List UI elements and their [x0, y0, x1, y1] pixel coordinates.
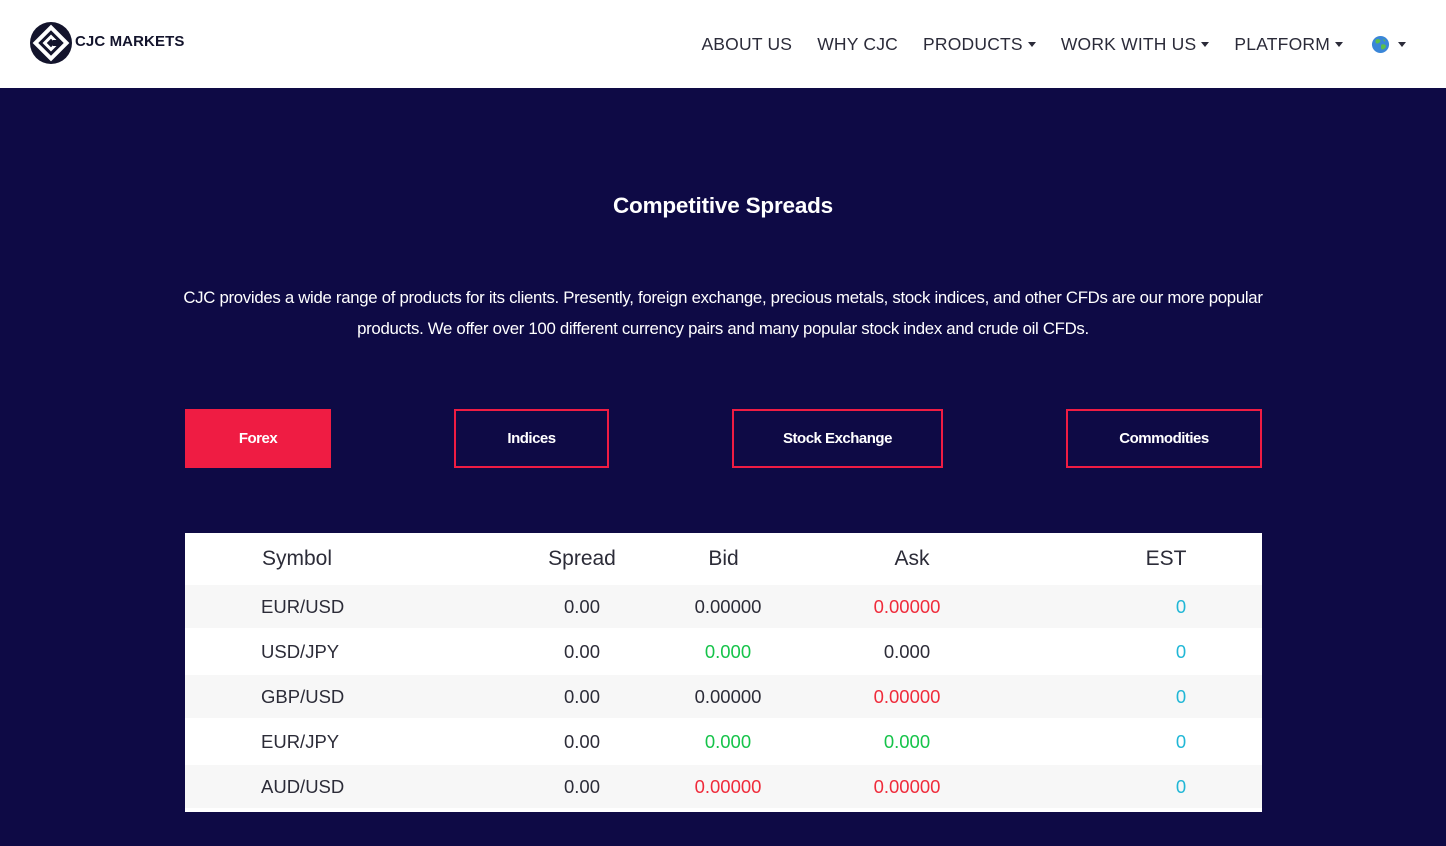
cell-spread: 0.00: [563, 595, 600, 617]
cell-spread: 0.00: [563, 685, 600, 707]
table-row: USD/JPY 0.00 0.000 0.000 0: [185, 628, 1262, 675]
chevron-down-icon: [1335, 42, 1343, 47]
nav-platform[interactable]: PLATFORM: [1234, 34, 1343, 55]
cell-ask: 0.00000: [873, 685, 941, 707]
header-est: EST: [1145, 547, 1187, 570]
cell-bid: 0.000: [704, 640, 752, 662]
cell-symbol: AUD/USD: [261, 775, 345, 797]
cell-symbol: USD/JPY: [261, 640, 340, 662]
nav-why-cjc[interactable]: WHY CJC: [817, 34, 898, 55]
section-description: CJC provides a wide range of products fo…: [183, 288, 1263, 338]
nav-products-label: PRODUCTS: [923, 33, 1023, 54]
cell-bid: 0.000: [704, 730, 752, 752]
chevron-down-icon: [1398, 42, 1406, 47]
nav-products[interactable]: PRODUCTS: [923, 34, 1036, 55]
header-symbol: Symbol: [262, 547, 333, 570]
cell-ask: 0.00000: [873, 775, 941, 797]
site-header: CJC MARKETS ABOUT US WHY CJC PRODUCTS WO…: [0, 0, 1446, 88]
cell-symbol: EUR/JPY: [261, 730, 340, 752]
globe-icon: [1371, 35, 1390, 53]
cell-bid: 0.00000: [694, 775, 762, 797]
chevron-down-icon: [1201, 42, 1210, 47]
tab-stock-exchange-label: Stock Exchange: [783, 430, 892, 447]
cell-ask: 0.00000: [873, 595, 941, 617]
header-bid: Bid: [708, 547, 739, 570]
cell-est: 0: [1175, 640, 1187, 662]
cell-ask: 0.000: [883, 730, 931, 752]
cjc-diamond-logo-icon: [30, 22, 72, 64]
cell-ask: 0.000: [883, 640, 931, 662]
cell-spread: 0.00: [563, 730, 600, 752]
table-row: AUD/USD 0.00 0.00000 0.00000 0: [185, 765, 1262, 808]
tab-commodities-label: Commodities: [1119, 430, 1209, 447]
cell-est: 0: [1175, 595, 1187, 617]
nav-work-with-us-label: WORK WITH US: [1060, 33, 1197, 54]
main-nav: ABOUT US WHY CJC PRODUCTS WORK WITH US P…: [701, 31, 1406, 57]
cell-est: 0: [1175, 730, 1187, 752]
cell-symbol: GBP/USD: [261, 685, 345, 707]
nav-platform-label: PLATFORM: [1234, 33, 1330, 54]
header-spread: Spread: [548, 547, 616, 570]
chevron-down-icon: [1027, 42, 1036, 47]
tab-stock-exchange[interactable]: Stock Exchange: [732, 409, 943, 468]
cell-bid: 0.00000: [694, 685, 762, 707]
cell-spread: 0.00: [563, 640, 600, 662]
header-ask: Ask: [894, 547, 930, 570]
tab-commodities[interactable]: Commodities: [1066, 409, 1262, 468]
table-row: EUR/JPY 0.00 0.000 0.000 0: [185, 718, 1262, 765]
cell-bid: 0.00000: [694, 595, 762, 617]
tab-forex[interactable]: Forex: [185, 409, 331, 468]
nav-work-with-us[interactable]: WORK WITH US: [1061, 34, 1210, 55]
language-selector[interactable]: [1371, 35, 1406, 54]
cell-est: 0: [1175, 685, 1187, 707]
tab-indices[interactable]: Indices: [454, 409, 609, 468]
cell-symbol: EUR/USD: [261, 595, 345, 617]
cell-spread: 0.00: [563, 775, 600, 797]
nav-why-cjc-label: WHY CJC: [817, 33, 898, 54]
section-title: Competitive Spreads: [612, 193, 833, 218]
nav-about-us-label: ABOUT US: [701, 33, 793, 54]
cell-est: 0: [1175, 775, 1187, 797]
tab-indices-label: Indices: [507, 430, 556, 447]
spreads-table: Symbol Spread Bid Ask EST EUR/USD 0.00 0…: [185, 533, 1262, 812]
table-row: GBP/USD 0.00 0.00000 0.00000 0: [185, 675, 1262, 718]
nav-about-us[interactable]: ABOUT US: [701, 34, 792, 55]
tab-forex-label: Forex: [238, 430, 278, 447]
table-row: EUR/USD 0.00 0.00000 0.00000 0: [185, 585, 1262, 628]
brand-name: CJC MARKETS: [75, 33, 185, 50]
table-header-row: Symbol Spread Bid Ask EST: [185, 533, 1262, 585]
brand-logo[interactable]: CJC MARKETS: [29, 21, 184, 65]
